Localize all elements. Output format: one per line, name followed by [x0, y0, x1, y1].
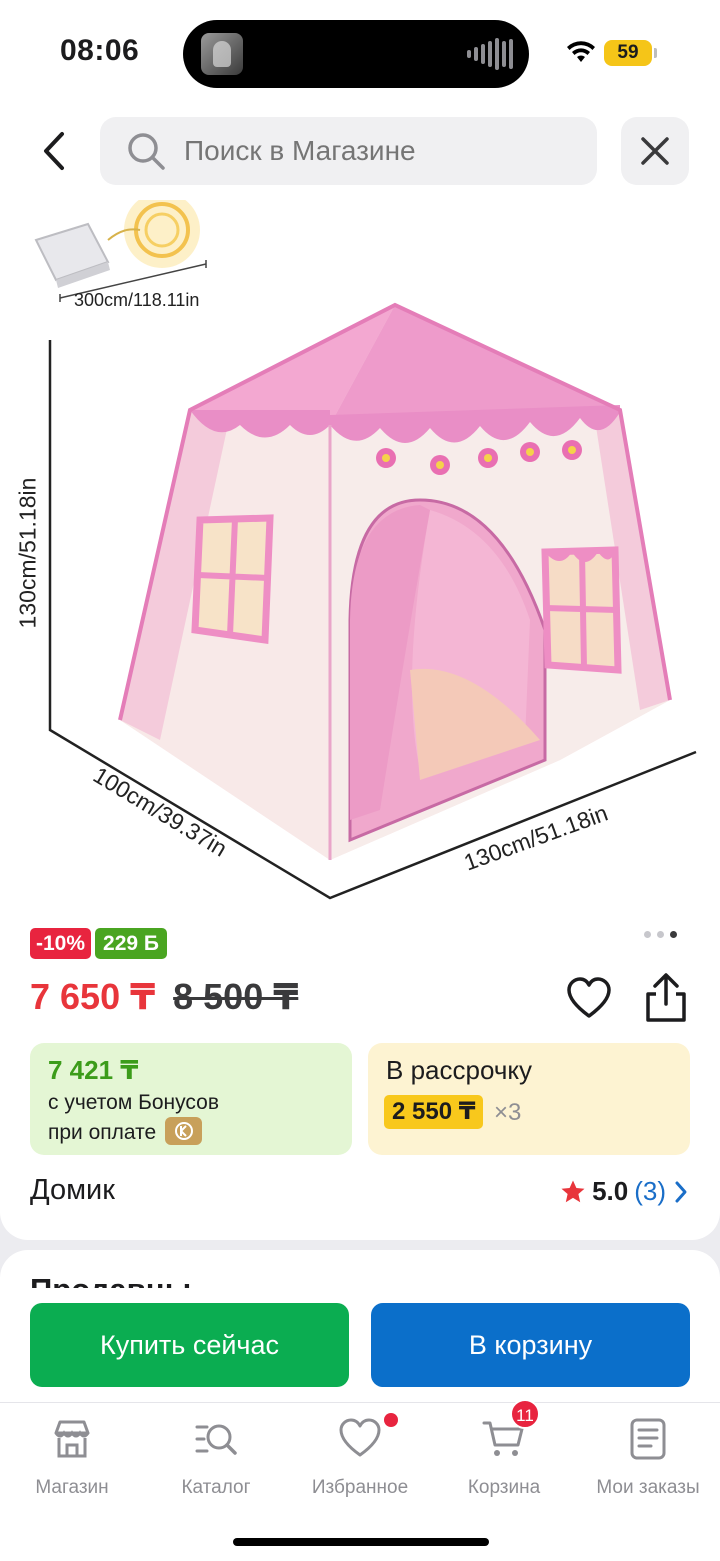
installment-card[interactable]: В рассрочку 2 550 ₸ ×3	[368, 1043, 690, 1155]
rating-count: (3)	[634, 1176, 666, 1206]
dynamic-island	[183, 20, 529, 88]
page-dot-active	[670, 931, 677, 938]
installment-price: 2 550 ₸	[384, 1095, 484, 1129]
tab-orders[interactable]: Мои заказы	[576, 1417, 720, 1499]
product-image-carousel[interactable]: 300cm/118.11in 130cm/51.18in 100cm/39.37…	[0, 192, 720, 920]
orders-icon	[630, 1418, 666, 1460]
image-page-dots	[644, 931, 677, 938]
share-icon	[646, 973, 686, 1022]
back-button[interactable]	[28, 123, 80, 179]
discount-badge: -10%	[30, 928, 92, 959]
price-badges: -10% 229 Б	[30, 928, 167, 959]
payment-service-icon	[165, 1117, 202, 1145]
chevron-right-icon	[675, 1181, 687, 1202]
installment-title: В рассрочку	[386, 1055, 533, 1085]
battery-indicator: 59	[604, 40, 657, 66]
bonus-note-line2: при оплате	[48, 1121, 157, 1144]
heart-icon	[339, 1418, 381, 1457]
page-dot	[644, 931, 651, 938]
bonus-price: 7 421 ₸	[48, 1055, 139, 1085]
tab-favorites[interactable]: Избранное	[288, 1413, 432, 1499]
price-row: 7 650 ₸ 8 500 ₸	[30, 976, 298, 1018]
product-title: Домик	[30, 1174, 115, 1206]
chevron-left-icon	[44, 132, 64, 170]
current-price: 7 650 ₸	[30, 976, 156, 1017]
star-icon	[561, 1180, 585, 1202]
rating-value: 5.0	[592, 1176, 629, 1206]
old-price: 8 500 ₸	[173, 976, 299, 1017]
search-icon	[128, 133, 165, 170]
add-to-cart-button[interactable]: В корзину	[371, 1303, 690, 1387]
fairy-lights-image	[34, 192, 207, 302]
bonus-badge: 229 Б	[95, 928, 167, 959]
heart-icon	[567, 977, 611, 1018]
now-playing-artwork	[201, 33, 243, 75]
bonus-note-line1: с учетом Бонусов	[48, 1091, 219, 1114]
bonus-price-card[interactable]: 7 421 ₸ с учетом Бонусов при оплате	[30, 1043, 352, 1155]
notification-dot	[384, 1413, 398, 1427]
audio-wave-icon	[467, 38, 513, 70]
product-card: 300cm/118.11in 130cm/51.18in 100cm/39.37…	[0, 192, 720, 1240]
favorite-button[interactable]	[566, 976, 612, 1022]
close-icon	[641, 137, 669, 165]
store-icon	[54, 1420, 90, 1458]
dimension-light-length: 300cm/118.11in	[74, 290, 200, 310]
close-button[interactable]	[621, 117, 689, 185]
product-title-row: Домик 5.0 (3)	[30, 1172, 690, 1212]
tab-catalog[interactable]: Каталог	[144, 1417, 288, 1499]
home-indicator	[233, 1538, 489, 1546]
page-dot	[657, 931, 664, 938]
action-bar: Купить сейчас В корзину	[0, 1288, 720, 1402]
tab-label: Корзина	[467, 1477, 541, 1498]
wifi-icon	[567, 41, 595, 62]
dimension-height: 130cm/51.18in	[14, 477, 41, 629]
tab-label: Избранное	[311, 1477, 409, 1498]
share-button[interactable]	[642, 972, 690, 1024]
cart-count-badge: 11	[510, 1399, 540, 1429]
installment-times: ×3	[494, 1099, 522, 1126]
tab-label: Мои заказы	[596, 1477, 700, 1498]
buy-now-button[interactable]: Купить сейчас	[30, 1303, 349, 1387]
status-time: 08:06	[60, 34, 140, 67]
tab-cart[interactable]: 11 Корзина	[432, 1399, 576, 1499]
status-bar: 08:06 59	[0, 0, 720, 105]
search-box[interactable]	[100, 117, 597, 185]
tab-label: Магазин	[35, 1477, 109, 1498]
search-header	[0, 105, 720, 200]
search-input[interactable]	[184, 135, 564, 167]
rating-link[interactable]: 5.0 (3)	[560, 1176, 690, 1207]
tab-label: Каталог	[181, 1477, 251, 1498]
catalog-icon	[195, 1424, 237, 1455]
tab-store[interactable]: Магазин	[0, 1417, 144, 1499]
